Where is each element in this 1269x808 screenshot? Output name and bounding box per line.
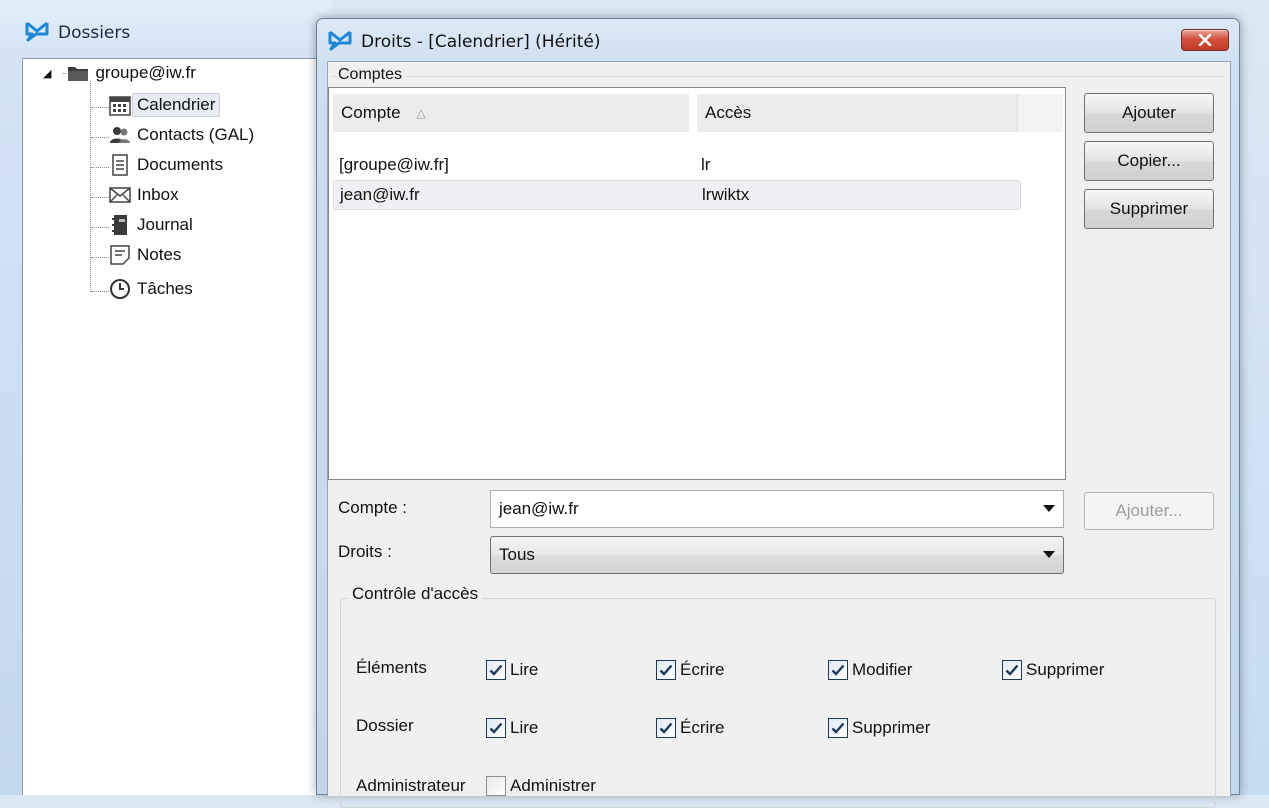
checkbox-label: Lire: [510, 660, 539, 679]
clock-icon: [109, 278, 131, 300]
tree-item-notes[interactable]: Notes: [109, 241, 181, 269]
tree-item-label: groupe@iw.fr: [95, 63, 196, 82]
droits-label: Droits :: [338, 542, 392, 561]
tree-item-label: Calendrier: [132, 93, 221, 117]
list-cell-compte: [groupe@iw.fr]: [339, 155, 449, 174]
supprimer-button[interactable]: Supprimer: [1084, 189, 1214, 229]
administrateur-row-label: Administrateur: [356, 776, 466, 795]
access-control-group: [340, 598, 1216, 808]
rights-dialog: Droits - [Calendrier] (Hérité) Comptes C…: [316, 18, 1240, 808]
tree-item-label: Documents: [137, 155, 223, 174]
dossiers-title: Dossiers: [58, 23, 131, 43]
column-header-compte[interactable]: Compte △: [333, 94, 689, 132]
checkbox-label: Supprimer: [1026, 660, 1105, 679]
tree-item-label: Inbox: [137, 185, 179, 204]
calendar-icon: [109, 94, 131, 116]
tree-item-label: Journal: [137, 215, 193, 234]
envelope-icon: [109, 184, 131, 206]
dossier-supprimer-checkbox[interactable]: Supprimer: [828, 718, 930, 738]
checkbox-label: Supprimer: [852, 718, 931, 737]
tree-item-calendrier[interactable]: Calendrier: [109, 91, 221, 119]
ajouter-compte-button[interactable]: Ajouter...: [1084, 492, 1214, 530]
checkmark-icon: [486, 718, 506, 738]
access-control-title: Contrôle d'accès: [348, 584, 483, 604]
tree-item-contacts[interactable]: Contacts (GAL): [109, 121, 254, 149]
checkmark-icon: [656, 660, 676, 680]
tree-item-journal[interactable]: Journal: [109, 211, 193, 239]
checkbox-label: Écrire: [680, 660, 725, 679]
compte-label: Compte :: [338, 498, 407, 517]
dialog-title: Droits - [Calendrier] (Hérité): [361, 32, 601, 52]
folder-icon: [67, 62, 89, 84]
column-header-filler: [1017, 94, 1063, 132]
droits-dropdown[interactable]: Tous: [490, 536, 1064, 574]
elements-lire-checkbox[interactable]: Lire: [486, 660, 538, 680]
dialog-title-bar[interactable]: Droits - [Calendrier] (Hérité): [327, 27, 601, 57]
tree-item-label: Contacts (GAL): [137, 125, 255, 144]
tree-item-documents[interactable]: Documents: [109, 151, 223, 179]
app-logo-icon: [24, 20, 50, 47]
checkmark-icon: [828, 660, 848, 680]
accounts-list[interactable]: Compte △ Accès [groupe@iw.fr] lr jean@iw…: [328, 87, 1066, 480]
dossiers-title-bar: Dossiers: [24, 16, 130, 50]
note-icon: [109, 244, 131, 266]
tree-item-label: Tâches: [137, 279, 193, 298]
elements-row-label: Éléments: [356, 658, 427, 677]
contacts-icon: [109, 124, 131, 146]
elements-supprimer-checkbox[interactable]: Supprimer: [1002, 660, 1104, 680]
dossier-ecrire-checkbox[interactable]: Écrire: [656, 718, 724, 738]
close-icon: [1198, 34, 1212, 46]
checkbox-label: Modifier: [852, 660, 913, 679]
list-cell-acces: lr: [701, 155, 711, 174]
list-item-selected[interactable]: jean@iw.fr lrwiktx: [333, 180, 1021, 210]
elements-ecrire-checkbox[interactable]: Écrire: [656, 660, 724, 680]
tree-item-root[interactable]: ◢ groupe@iw.fr: [43, 59, 196, 87]
checkbox-empty-box: [486, 776, 506, 796]
checkbox-label: Lire: [510, 718, 539, 737]
comptes-group-label: Comptes: [338, 66, 407, 84]
column-header-acces[interactable]: Accès: [697, 94, 1017, 132]
checkbox-label: Écrire: [680, 718, 725, 737]
checkmark-icon: [656, 718, 676, 738]
elements-modifier-checkbox[interactable]: Modifier: [828, 660, 912, 680]
list-cell-acces: lrwiktx: [702, 185, 750, 204]
checkmark-icon: [1002, 660, 1022, 680]
close-button[interactable]: [1181, 29, 1229, 51]
dossiers-window: Dossiers ◢ groupe@iw.fr Calendrier Conta…: [0, 0, 332, 795]
compte-value: jean@iw.fr: [499, 499, 579, 518]
journal-icon: [109, 214, 131, 236]
chevron-down-icon: [1043, 551, 1055, 558]
dossier-lire-checkbox[interactable]: Lire: [486, 718, 538, 738]
checkbox-label: Administrer: [510, 776, 596, 795]
tree-item-taches[interactable]: Tâches: [109, 275, 193, 303]
expand-triangle-icon[interactable]: ◢: [43, 67, 51, 80]
column-header-label: Accès: [705, 103, 752, 122]
tree-item-label: Notes: [137, 245, 182, 264]
list-cell-compte: jean@iw.fr: [340, 185, 420, 204]
compte-combobox[interactable]: jean@iw.fr: [490, 490, 1064, 528]
dialog-body: Comptes Compte △ Accès [groupe@iw.fr] lr…: [327, 61, 1231, 808]
chevron-down-icon[interactable]: [1043, 505, 1055, 513]
document-icon: [109, 154, 131, 176]
list-item[interactable]: [groupe@iw.fr] lr: [333, 150, 1021, 180]
administrer-checkbox[interactable]: Administrer: [486, 776, 596, 796]
checkmark-icon: [486, 660, 506, 680]
folder-tree[interactable]: ◢ groupe@iw.fr Calendrier Contacts (GAL): [22, 58, 322, 795]
checkmark-icon: [828, 718, 848, 738]
tree-item-inbox[interactable]: Inbox: [109, 181, 179, 209]
app-logo-icon: [327, 29, 353, 56]
ajouter-button[interactable]: Ajouter: [1084, 93, 1214, 133]
column-header-label: Compte: [341, 103, 401, 122]
comptes-group-border: [332, 76, 1224, 77]
dossier-row-label: Dossier: [356, 716, 414, 735]
copier-button[interactable]: Copier...: [1084, 141, 1214, 181]
droits-value: Tous: [499, 545, 535, 564]
sort-ascending-icon: △: [416, 106, 426, 120]
